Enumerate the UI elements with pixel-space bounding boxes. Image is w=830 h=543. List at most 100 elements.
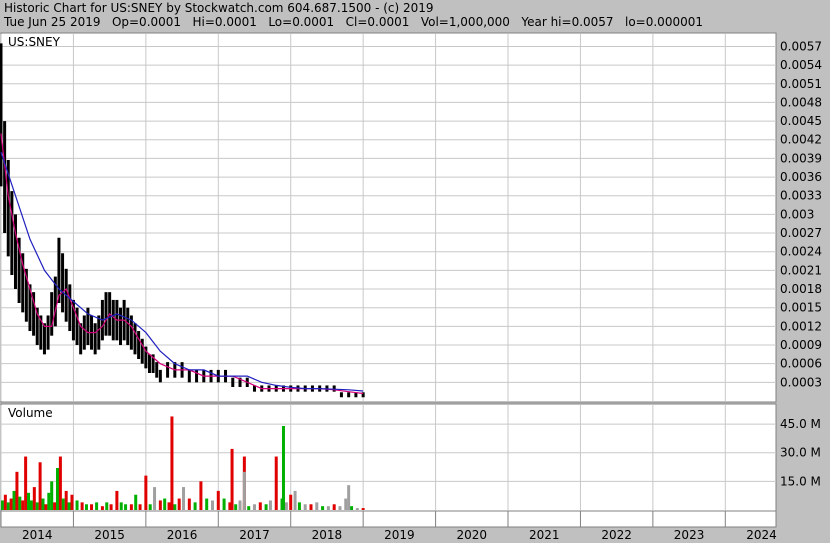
volume-bar — [158, 500, 162, 510]
volume-bar — [6, 502, 10, 510]
volume-bar — [303, 504, 307, 510]
volume-bar — [173, 504, 177, 510]
price-tick-label: 0.0006 — [780, 357, 822, 371]
volume-bar — [199, 481, 203, 510]
year-label: 2021 — [529, 528, 560, 542]
volume-bar — [148, 504, 152, 510]
price-tick-label: 0.0057 — [780, 39, 822, 53]
volume-bar — [55, 468, 59, 510]
volume-bar — [242, 471, 246, 510]
volume-bar — [138, 504, 142, 510]
price-tick-label: 0.0045 — [780, 114, 822, 128]
volume-tick-label: 45.0 M — [780, 417, 821, 431]
volume-bar — [281, 426, 285, 510]
volume-bar — [238, 500, 242, 510]
volume-bar — [47, 492, 51, 510]
volume-bar — [144, 475, 148, 510]
year-label: 2022 — [601, 528, 632, 542]
volume-bar — [216, 490, 220, 510]
volume-bar — [24, 456, 28, 510]
time-axis-panel — [0, 510, 777, 528]
price-tick-label: 0.0015 — [780, 301, 822, 315]
price-tick-label: 0.0003 — [780, 375, 822, 389]
year-label: 2015 — [94, 528, 125, 542]
volume-bar — [84, 504, 88, 510]
volume-bar — [264, 504, 268, 510]
volume-bar — [268, 500, 272, 510]
price-tick-label: 0.0021 — [780, 263, 822, 277]
volume-bar — [361, 508, 365, 510]
volume-bar — [274, 456, 278, 510]
volume-bar — [44, 504, 48, 510]
price-tick-label: 0.0051 — [780, 77, 822, 91]
volume-bar — [205, 498, 209, 510]
year-label: 2020 — [457, 528, 488, 542]
volume-bar — [187, 498, 191, 510]
volume-bar — [289, 494, 293, 510]
volume-bar — [338, 506, 342, 510]
year-label: 2023 — [674, 528, 705, 542]
volume-bar — [167, 502, 171, 510]
volume-bar — [12, 490, 16, 510]
volume-bar — [350, 506, 354, 510]
volume-bar — [100, 506, 104, 510]
volume-bar — [35, 502, 39, 510]
volume-bar — [253, 504, 257, 510]
volume-bar — [27, 492, 31, 510]
year-label: 2014 — [22, 528, 53, 542]
volume-bar — [347, 485, 351, 510]
price-tick-label: 0.0018 — [780, 282, 822, 296]
year-label: 2024 — [746, 528, 777, 542]
volume-bar — [332, 504, 336, 510]
price-tick-label: 0.003 — [780, 207, 814, 221]
volume-bar — [21, 500, 25, 510]
volume-bar — [315, 502, 319, 510]
price-tick-label: 0.0036 — [780, 170, 822, 184]
symbol-label: US:SNEY — [8, 35, 61, 49]
volume-bar — [230, 448, 234, 510]
volume-bar — [18, 496, 22, 510]
volume-bar — [109, 504, 113, 510]
volume-bar — [95, 502, 99, 510]
price-tick-label: 0.0009 — [780, 338, 822, 352]
volume-bar — [32, 487, 36, 510]
price-tick-label: 0.0024 — [780, 245, 822, 259]
price-tick-label: 0.0033 — [780, 189, 822, 203]
price-tick-label: 0.0012 — [780, 319, 822, 333]
volume-bar — [115, 490, 119, 510]
volume-bar — [134, 494, 138, 510]
volume-bar — [326, 506, 330, 510]
volume-bar — [129, 504, 133, 510]
volume-bar — [9, 498, 13, 510]
volume-tick-label: 30.0 M — [780, 446, 821, 460]
volume-bar — [58, 456, 62, 510]
volume-bar — [284, 502, 288, 510]
year-label: 2017 — [239, 528, 270, 542]
volume-bar — [41, 498, 45, 510]
price-panel — [0, 32, 777, 403]
year-label: 2018 — [312, 528, 343, 542]
volume-bar — [15, 471, 19, 510]
volume-bar — [3, 494, 7, 510]
volume-bar — [293, 490, 297, 510]
price-tick-label: 0.0027 — [780, 226, 822, 240]
volume-bar — [64, 490, 68, 510]
volume-tick-label: 15.0 M — [780, 474, 821, 488]
stock-chart: 0.0057 0.0054 0.0051 0.0048 0.0045 0.0042 0.00… — [0, 32, 822, 542]
volume-bar — [61, 498, 65, 510]
volume-bar — [182, 487, 186, 510]
volume-bar — [75, 500, 79, 510]
volume-bar — [38, 462, 42, 510]
volume-bar — [90, 504, 94, 510]
volume-bar — [124, 504, 128, 510]
volume-bar — [177, 498, 181, 510]
price-tick-label: 0.0048 — [780, 95, 822, 109]
volume-bar — [297, 502, 301, 510]
price-tick-label: 0.0039 — [780, 151, 822, 165]
volume-bar — [53, 502, 57, 510]
price-tick-label: 0.0054 — [780, 58, 822, 72]
volume-bar — [67, 502, 71, 510]
volume-bar — [309, 504, 313, 510]
price-tick-label: 0.0042 — [780, 133, 822, 147]
volume-bar — [355, 508, 359, 510]
